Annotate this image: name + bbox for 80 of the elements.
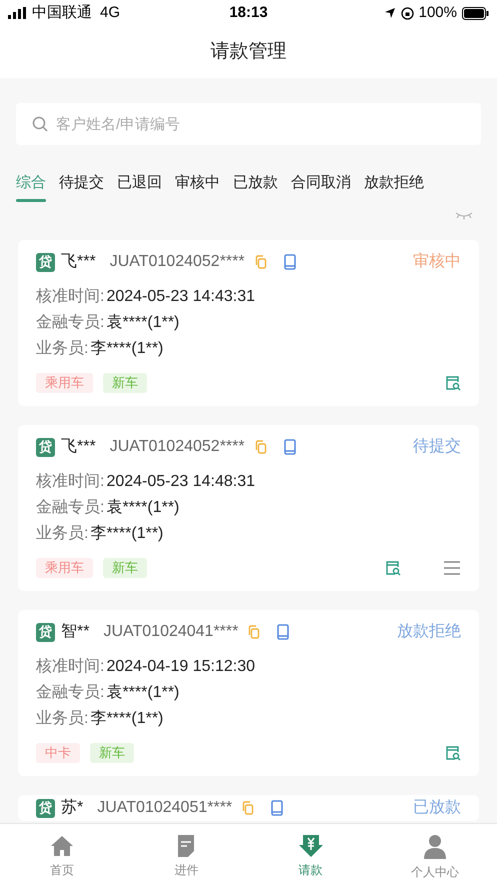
application-number: JUAT01024051**** <box>97 798 232 818</box>
battery-level: 100% <box>418 2 457 23</box>
status-label: 审核中 <box>413 252 461 272</box>
copy-icon[interactable] <box>248 625 260 639</box>
field-label: 核准时间: <box>36 286 104 307</box>
field-label: 核准时间: <box>36 472 104 492</box>
rotation-lock-icon <box>400 6 414 20</box>
copy-icon[interactable] <box>242 801 254 815</box>
yen-arrow-icon <box>298 834 324 858</box>
application-number: JUAT01024041**** <box>103 622 238 642</box>
status-label: 待提交 <box>413 436 461 457</box>
status-label: 放款拒绝 <box>397 622 461 642</box>
tag: 新车 <box>103 373 147 393</box>
filter-tab[interactable]: 已放款 <box>233 172 278 202</box>
nav-tab[interactable]: 请款 <box>248 824 373 883</box>
tag: 新车 <box>90 743 134 763</box>
copy-icon[interactable] <box>254 440 267 454</box>
customer-name: 飞*** <box>61 437 96 457</box>
closed-eye-icon[interactable] <box>455 212 473 220</box>
field-value: 李****(1**) <box>90 524 164 544</box>
field-label: 核准时间: <box>36 656 104 677</box>
application-card[interactable]: 贷 苏* JUAT01024051**** 已放款 <box>18 795 479 821</box>
clock-time: 18:13 <box>229 2 268 23</box>
page-title: 请款管理 <box>210 40 286 64</box>
field-value: 李****(1**) <box>90 338 164 359</box>
field-value: 李****(1**) <box>90 708 164 729</box>
customer-name: 智** <box>61 622 90 642</box>
filter-tab[interactable]: 合同取消 <box>291 172 351 202</box>
home-icon <box>50 834 74 858</box>
phone-icon[interactable] <box>277 624 290 640</box>
field-value: 袁****(1**) <box>106 312 180 333</box>
field-label: 业务员: <box>36 524 88 544</box>
field-label: 业务员: <box>36 338 88 359</box>
field-label: 金融专员: <box>36 312 104 333</box>
document-icon <box>176 834 196 858</box>
loan-badge: 贷 <box>36 252 55 272</box>
loan-badge: 贷 <box>36 438 55 456</box>
field-label: 金融专员: <box>36 682 104 703</box>
application-number: JUAT01024052**** <box>110 437 245 457</box>
filter-tab[interactable]: 待提交 <box>59 172 104 202</box>
network-type: 4G <box>100 2 120 23</box>
customer-name: 苏* <box>61 798 84 818</box>
tag: 乘用车 <box>36 373 93 393</box>
nav-tab[interactable]: 进件 <box>124 824 248 883</box>
copy-icon[interactable] <box>254 255 267 269</box>
field-value: 2024-04-19 15:12:30 <box>106 657 256 677</box>
search-field[interactable]: 客户姓名/申请编号 <box>16 103 481 145</box>
tag: 乘用车 <box>36 558 93 578</box>
phone-icon[interactable] <box>284 439 296 455</box>
application-card[interactable]: 贷 飞*** JUAT01024052**** 待提交 核准时间:2024-05-23 14:48:31 金融专员:袁****(1**) 业务员:李****(1**) 乘用车 新车 <box>18 425 479 591</box>
field-value: 袁****(1**) <box>106 498 180 518</box>
filter-tab[interactable]: 放款拒绝 <box>364 172 424 202</box>
signal-icon <box>8 7 28 19</box>
field-value: 袁****(1**) <box>106 682 180 703</box>
field-value: 2024-05-23 14:43:31 <box>106 287 256 307</box>
loan-badge: 贷 <box>36 622 55 642</box>
customer-name: 飞*** <box>61 252 96 272</box>
field-label: 业务员: <box>36 708 88 729</box>
status-label: 已放款 <box>413 798 461 818</box>
loan-badge: 贷 <box>36 798 55 818</box>
carrier-name: 中国联通 <box>32 2 92 23</box>
document-search-icon[interactable] <box>445 745 461 761</box>
application-number: JUAT01024052**** <box>110 252 245 272</box>
field-label: 金融专员: <box>36 498 104 518</box>
person-icon <box>422 834 447 860</box>
field-value: 2024-05-23 14:48:31 <box>106 472 256 492</box>
phone-icon[interactable] <box>271 800 284 816</box>
menu-icon[interactable] <box>443 561 461 575</box>
battery-icon <box>462 6 489 20</box>
filter-tab[interactable]: 已退回 <box>117 172 162 202</box>
application-card[interactable]: 贷 飞*** JUAT01024052**** 审核中 核准时间:2024-05-23 14:43:31 金融专员:袁****(1**) 业务员:李****(1**) 乘用车 新车 <box>18 240 479 406</box>
application-card[interactable]: 贷 智** JUAT01024041**** 放款拒绝 核准时间:2024-04-19 15:12:30 金融专员:袁****(1**) 业务员:李****(1**) 中卡 新车 <box>18 610 479 776</box>
location-icon <box>384 7 396 19</box>
phone-icon[interactable] <box>284 254 296 270</box>
tag: 新车 <box>103 558 147 578</box>
document-search-icon[interactable] <box>445 375 461 391</box>
tag: 中卡 <box>36 743 80 763</box>
search-icon <box>32 116 48 132</box>
document-search-icon[interactable] <box>385 560 401 576</box>
filter-tab[interactable]: 审核中 <box>175 172 220 202</box>
